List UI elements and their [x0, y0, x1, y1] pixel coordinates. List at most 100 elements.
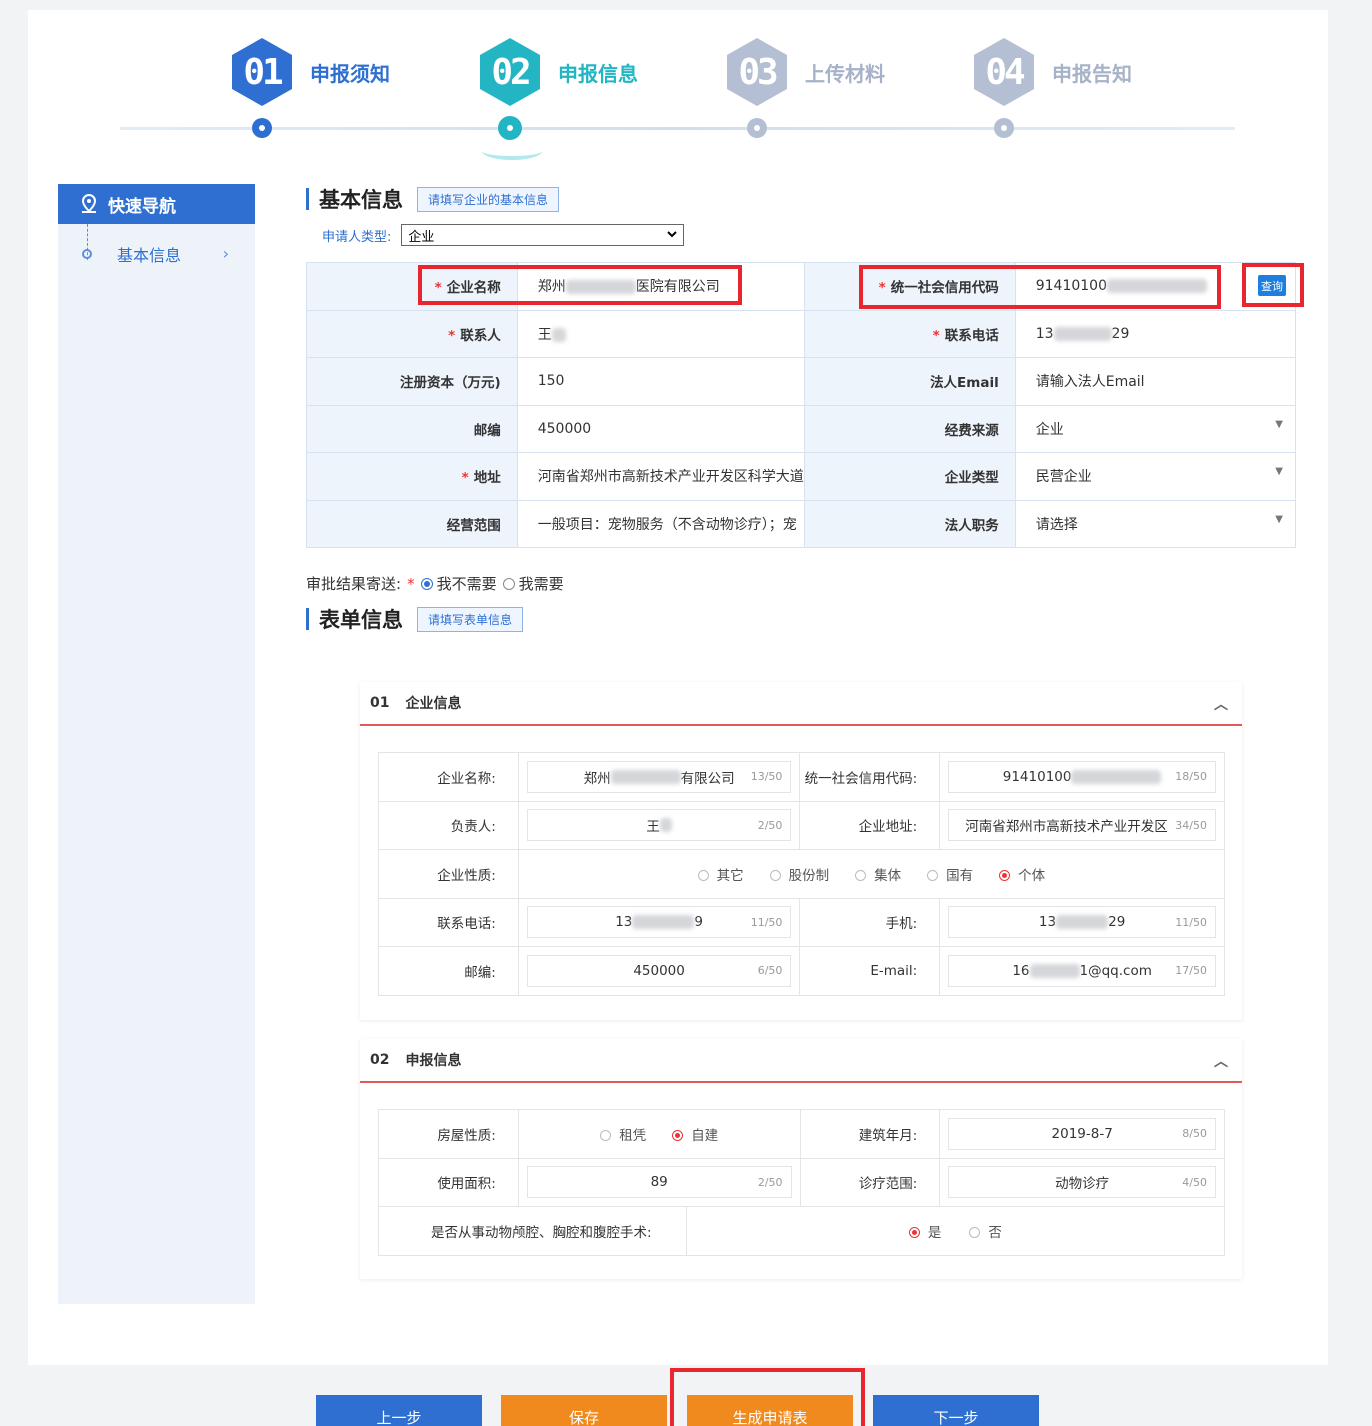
area-input[interactable]: 89 2/50: [526, 1166, 792, 1199]
field-label: 经营范围: [306, 499, 518, 548]
redaction: [632, 915, 695, 930]
value-text: 450000: [633, 962, 685, 979]
phone-field[interactable]: 13 29: [1014, 309, 1297, 358]
legal-email-placeholder: 请输入法人Email: [1035, 374, 1145, 391]
mobile-input[interactable]: 13 29 11/50: [948, 906, 1216, 939]
business-scope-field[interactable]: 一般项目：宠物服务（不含动物诊疗）；宠: [516, 499, 805, 548]
house-option-rent[interactable]: 租凭: [600, 1124, 646, 1144]
step-3-number: 03: [727, 38, 787, 106]
field-label: 统一社会信用代码:: [799, 752, 941, 802]
mailing-yes-radio[interactable]: [502, 577, 515, 590]
char-count: 2/50: [757, 818, 783, 832]
funding-source-value: 企业: [1035, 421, 1064, 438]
step-4-label: 申报告知: [1052, 62, 1132, 86]
surgery-yes-option[interactable]: 是: [908, 1221, 941, 1241]
step-4-number: 04: [974, 38, 1034, 106]
field-cell: 2019-8-7 8/50: [939, 1109, 1225, 1159]
table-row: 房屋性质: 租凭 自建 建筑年月: 2019-8-7 8/50: [378, 1109, 1225, 1159]
field-cell: 是 否: [685, 1206, 1226, 1256]
capital-value: 150: [537, 373, 565, 390]
zip-field[interactable]: 450000: [516, 404, 805, 453]
field-cell: 租凭 自建: [517, 1109, 801, 1159]
phone-label: 联系电话: [944, 327, 999, 344]
step-2[interactable]: 02 申报信息: [480, 38, 720, 160]
sidebar-item-basic-info[interactable]: 基本信息 ›: [58, 224, 255, 284]
step-1[interactable]: 01 申报须知: [232, 38, 472, 158]
sidebar-item-label: 基本信息: [117, 246, 182, 265]
applicant-type-select[interactable]: 企业: [401, 224, 685, 246]
nature-option[interactable]: 集体: [855, 864, 901, 884]
chevron-up-icon[interactable]: ︿: [1214, 694, 1228, 714]
mailing-yes-label: 我需要: [518, 575, 564, 593]
treatment-scope-input[interactable]: 动物诊疗 4/50: [948, 1166, 1216, 1199]
legal-position-select[interactable]: 请选择 ▼: [1014, 499, 1297, 548]
save-button[interactable]: 保存: [501, 1395, 667, 1426]
nature-option[interactable]: 个体: [999, 864, 1045, 884]
step-2-dot: [498, 116, 522, 140]
build-date-input[interactable]: 2019-8-7 8/50: [948, 1117, 1216, 1150]
email-input[interactable]: 16 1@qq.com 17/50: [948, 954, 1216, 987]
next-step-button[interactable]: 下一步: [873, 1395, 1039, 1426]
panel-title: 企业信息: [405, 696, 462, 712]
field-label: * 联系电话: [803, 309, 1016, 358]
nature-option[interactable]: 股份制: [769, 864, 829, 884]
value-suffix: 29: [1108, 914, 1126, 931]
step-3[interactable]: 03 上传材料: [727, 38, 967, 158]
zip-input[interactable]: 450000 6/50: [526, 954, 792, 987]
phone-suffix: 29: [1111, 325, 1130, 342]
contact-field[interactable]: 王: [516, 309, 805, 358]
funding-source-select[interactable]: 企业 ▼: [1014, 404, 1297, 453]
form-info-hint: 请填写表单信息: [417, 606, 524, 632]
mailing-label: 审批结果寄送:: [306, 575, 402, 593]
caret-down-icon: ▼: [1275, 466, 1283, 478]
declaration-info-panel-header[interactable]: 02 申报信息 ︿: [360, 1039, 1242, 1083]
company-info-panel-header[interactable]: 01 企业信息 ︿: [360, 682, 1242, 726]
address-field[interactable]: 河南省郑州市高新技术产业开发区科学大道: [516, 452, 805, 501]
redaction: [1029, 963, 1080, 978]
person-in-charge-input[interactable]: 王 2/50: [526, 809, 792, 842]
house-option-own[interactable]: 自建: [672, 1124, 718, 1144]
panel-number: 01: [370, 695, 390, 711]
company-name-input[interactable]: 郑州 有限公司 13/50: [526, 760, 792, 793]
mailing-no-radio[interactable]: [420, 577, 433, 590]
house-nature-radios: 租凭 自建: [519, 1124, 800, 1144]
company-type-select[interactable]: 民营企业 ▼: [1014, 452, 1297, 501]
field-label: 建筑年月:: [799, 1109, 941, 1159]
value-text: 89: [650, 1174, 668, 1191]
option-label: 国有: [946, 867, 974, 884]
redaction: [1053, 326, 1112, 341]
form-info-title: 表单信息: [319, 608, 403, 632]
prev-step-button[interactable]: 上一步: [316, 1395, 482, 1426]
surgery-no-option[interactable]: 否: [969, 1221, 1002, 1241]
step-3-label: 上传材料: [805, 62, 885, 86]
field-label: 是否从事动物颅腔、胸腔和腹腔手术:: [378, 1206, 687, 1256]
field-label: 企业性质:: [378, 849, 519, 899]
table-row: 联系电话: 13 9 11/50 手机: 13 29 11/50: [378, 897, 1225, 947]
field-label: 企业名称:: [378, 752, 519, 802]
mailing-no-label: 我不需要: [436, 575, 497, 593]
basic-info-section-header: 基本信息 请填写企业的基本信息: [306, 184, 560, 214]
table-row: 负责人: 王 2/50 企业地址: 河南省郑州市高新技术产业开发区 34/50: [378, 800, 1225, 850]
step-2-number: 02: [480, 38, 540, 106]
value-suffix: 1@qq.com: [1079, 962, 1152, 979]
step-4[interactable]: 04 申报告知: [974, 38, 1214, 158]
field-label: 邮编:: [378, 946, 519, 996]
chevron-up-icon[interactable]: ︿: [1214, 1051, 1228, 1071]
value-prefix: 13: [615, 914, 633, 931]
legal-email-input[interactable]: 请输入法人Email: [1014, 357, 1297, 406]
chevron-right-icon: ›: [222, 244, 229, 263]
section-bar: [306, 188, 309, 210]
char-count: 18/50: [1175, 770, 1207, 784]
nature-option[interactable]: 国有: [927, 864, 973, 884]
capital-field[interactable]: 150: [516, 357, 805, 406]
field-label: 经费来源: [803, 404, 1016, 453]
query-button[interactable]: 查询: [1258, 275, 1286, 296]
credit-code-input[interactable]: 91410100 18/50: [948, 760, 1216, 793]
radio-selected-icon: [999, 870, 1011, 882]
step-1-label: 申报须知: [310, 62, 390, 86]
nature-option[interactable]: 其它: [697, 864, 744, 884]
panel-title: 申报信息: [405, 1053, 462, 1069]
telephone-input[interactable]: 13 9 11/50: [526, 906, 792, 939]
field-cell: 王 2/50: [517, 800, 801, 850]
company-address-input[interactable]: 河南省郑州市高新技术产业开发区 34/50: [948, 809, 1216, 842]
